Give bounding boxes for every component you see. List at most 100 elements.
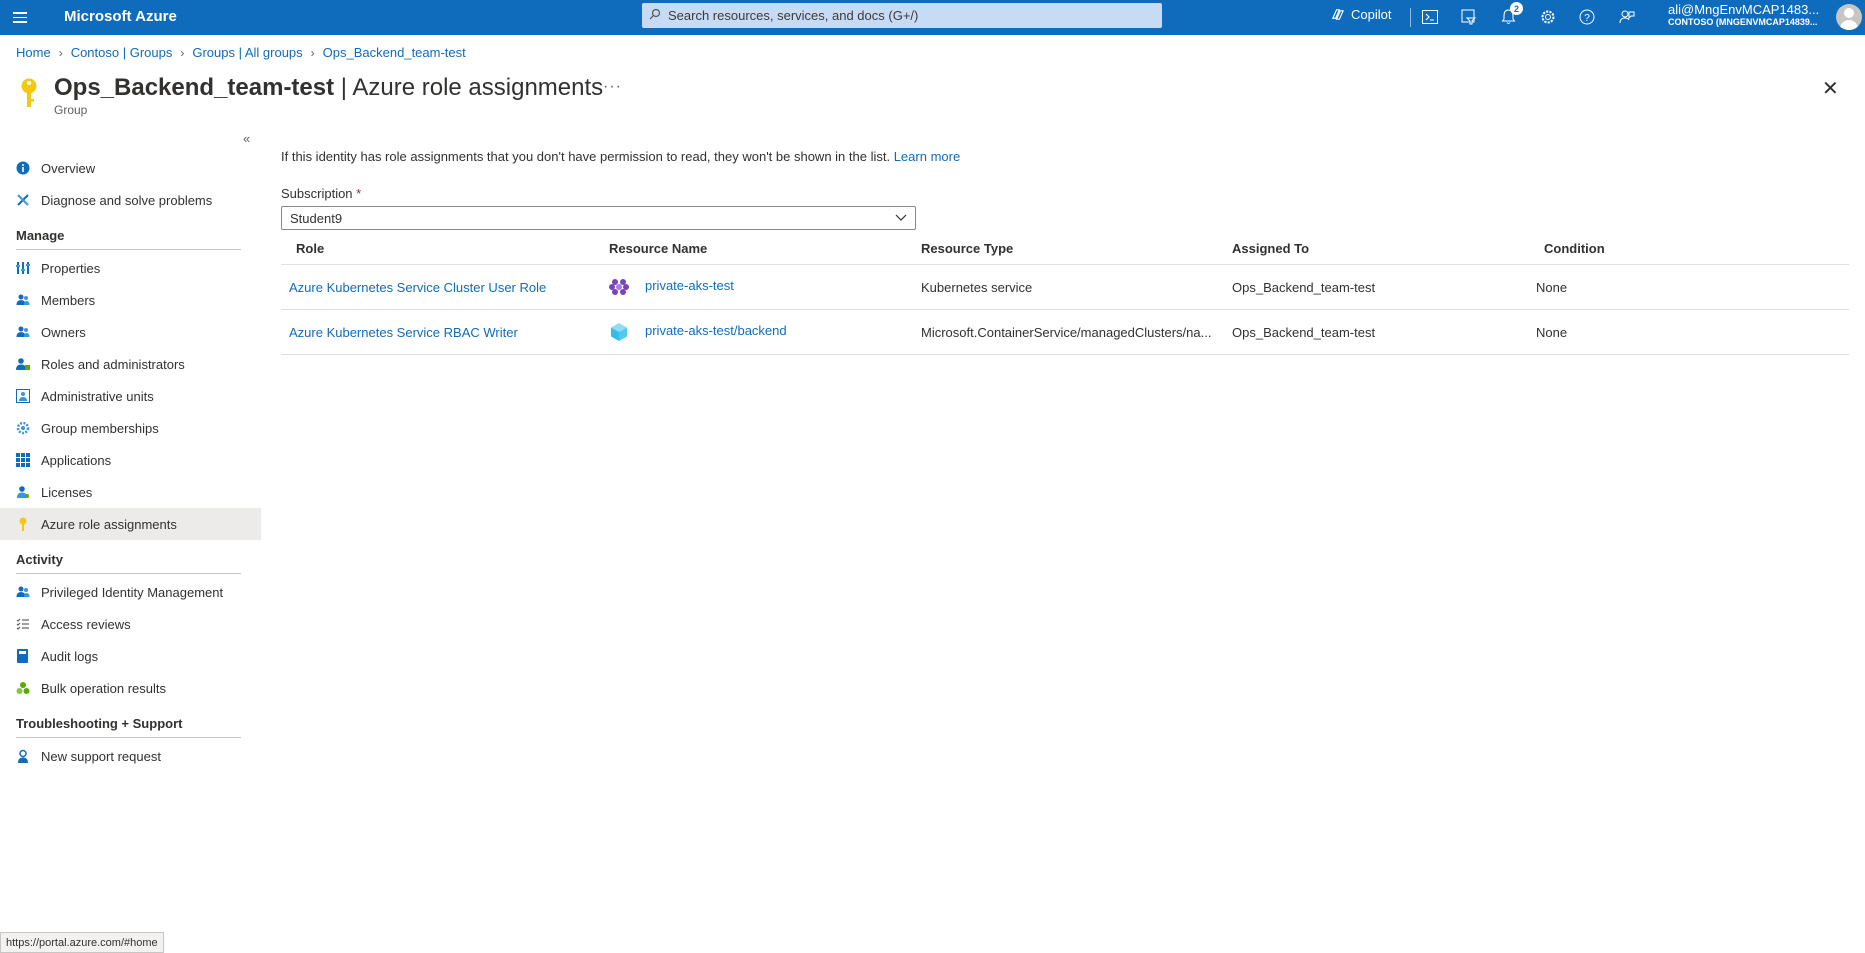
sidebar-item-diagnose[interactable]: Diagnose and solve problems <box>0 184 261 216</box>
top-bar: Microsoft Azure Search resources, servic… <box>0 0 1865 35</box>
column-header-assigned-to[interactable]: Assigned To <box>1232 241 1309 256</box>
role-assignments-table: Role Resource Name Resource Type Assigne… <box>281 234 1849 355</box>
table-header: Role Resource Name Resource Type Assigne… <box>281 234 1849 265</box>
pim-icon <box>16 585 30 599</box>
sidebar-item-pim[interactable]: Privileged Identity Management <box>0 576 261 608</box>
chevron-right-icon: › <box>58 45 63 60</box>
status-bar-url: https://portal.azure.com/#home <box>0 932 164 953</box>
gear-icon <box>16 421 30 435</box>
learn-more-link[interactable]: Learn more <box>894 149 960 164</box>
sidebar-item-new-support-request[interactable]: New support request <box>0 740 261 772</box>
licenses-icon <box>16 485 30 499</box>
admin-units-icon <box>16 389 30 403</box>
role-link[interactable]: Azure Kubernetes Service RBAC Writer <box>289 325 518 340</box>
resource-type: Microsoft.ContainerService/managedCluste… <box>921 325 1212 340</box>
resource-type: Kubernetes service <box>921 280 1033 295</box>
help-icon[interactable]: ? <box>1575 6 1599 28</box>
divider <box>16 249 241 250</box>
svg-text:?: ? <box>1584 13 1590 24</box>
condition: None <box>1536 325 1568 340</box>
properties-icon <box>16 261 30 275</box>
role-link[interactable]: Azure Kubernetes Service Cluster User Ro… <box>289 280 546 295</box>
sidebar-item-bulk-operations[interactable]: Bulk operation results <box>0 672 261 704</box>
search-box[interactable]: Search resources, services, and docs (G+… <box>642 3 1162 28</box>
sidebar-item-owners[interactable]: Owners <box>0 316 261 348</box>
sidebar-item-overview[interactable]: Overview <box>0 152 261 184</box>
table-row: Azure Kubernetes Service RBAC Writer pri… <box>281 310 1849 355</box>
brand-title[interactable]: Microsoft Azure <box>64 8 177 25</box>
support-person-icon <box>16 749 30 763</box>
divider <box>16 737 241 738</box>
column-header-condition[interactable]: Condition <box>1544 241 1605 256</box>
sidebar-item-group-memberships[interactable]: Group memberships <box>0 412 261 444</box>
breadcrumb: Home › Contoso | Groups › Groups | All g… <box>16 45 466 60</box>
roles-icon <box>16 357 30 371</box>
subscription-dropdown[interactable]: Student9 <box>281 206 916 230</box>
sidebar-item-licenses[interactable]: Licenses <box>0 476 261 508</box>
key-icon <box>21 78 37 107</box>
directory-filter-icon[interactable] <box>1457 6 1481 28</box>
breadcrumb-contoso-groups[interactable]: Contoso | Groups <box>71 45 173 60</box>
account-tenant: CONTOSO (MNGENVMCAP14839... <box>1668 17 1818 27</box>
avatar[interactable] <box>1836 4 1862 30</box>
condition: None <box>1536 280 1568 295</box>
copilot-button[interactable]: Copilot <box>1330 7 1391 22</box>
breadcrumb-home[interactable]: Home <box>16 45 51 60</box>
search-icon <box>642 8 668 23</box>
assigned-to: Ops_Backend_team-test <box>1232 280 1376 295</box>
page-subtitle: Group <box>54 103 88 117</box>
sidebar-item-roles[interactable]: Roles and administrators <box>0 348 261 380</box>
close-icon[interactable]: ✕ <box>1822 76 1839 101</box>
breadcrumb-all-groups[interactable]: Groups | All groups <box>192 45 302 60</box>
sidebar-item-applications[interactable]: Applications <box>0 444 261 476</box>
members-icon <box>16 293 30 307</box>
sidebar-item-azure-role-assignments[interactable]: Azure role assignments <box>0 508 261 540</box>
book-icon <box>16 649 30 663</box>
sidebar-item-members[interactable]: Members <box>0 284 261 316</box>
kubernetes-icon <box>609 279 629 295</box>
collapse-sidebar-button[interactable]: « <box>243 131 250 146</box>
assigned-to: Ops_Backend_team-test <box>1232 325 1376 340</box>
chevron-down-icon <box>895 214 907 221</box>
sidebar-item-admin-units[interactable]: Administrative units <box>0 380 261 412</box>
subscription-label: Subscription * <box>281 186 362 201</box>
account-info[interactable]: ali@MngEnvMCAP1483... CONTOSO (MNGENVMCA… <box>1668 3 1819 29</box>
column-header-resource-name[interactable]: Resource Name <box>609 241 707 256</box>
breadcrumb-group[interactable]: Ops_Backend_team-test <box>323 45 466 60</box>
sidebar-item-access-reviews[interactable]: Access reviews <box>0 608 261 640</box>
subscription-value: Student9 <box>290 210 343 226</box>
more-options-button[interactable]: ··· <box>603 78 622 96</box>
toolbar-divider <box>1410 8 1411 27</box>
chevron-right-icon: › <box>180 45 185 60</box>
section-manage: Manage <box>16 228 65 243</box>
apps-grid-icon <box>16 453 30 467</box>
cloud-shell-icon[interactable] <box>1418 6 1442 28</box>
column-header-resource-type[interactable]: Resource Type <box>921 241 1013 256</box>
chevron-right-icon: › <box>310 45 315 60</box>
menu-icon[interactable] <box>0 0 40 35</box>
wrench-icon <box>16 193 30 207</box>
page-title: Ops_Backend_team-test | Azure role assig… <box>54 74 604 101</box>
settings-gear-icon[interactable] <box>1536 6 1560 28</box>
sidebar-item-properties[interactable]: Properties <box>0 252 261 284</box>
section-support: Troubleshooting + Support <box>16 716 183 731</box>
column-header-role[interactable]: Role <box>296 241 324 256</box>
notifications-icon[interactable]: 2 <box>1496 2 1523 28</box>
key-icon <box>16 517 30 531</box>
required-marker: * <box>356 186 362 201</box>
info-icon <box>16 161 30 175</box>
divider <box>16 573 241 574</box>
bulk-icon <box>16 681 30 695</box>
notification-count-badge: 2 <box>1510 2 1523 15</box>
owners-icon <box>16 325 30 339</box>
copilot-icon <box>1331 9 1344 20</box>
cube-icon <box>611 323 627 341</box>
resource-name-link[interactable]: private-aks-test <box>645 278 734 293</box>
feedback-icon[interactable] <box>1615 6 1639 28</box>
sidebar-item-audit-logs[interactable]: Audit logs <box>0 640 261 672</box>
resource-name-link[interactable]: private-aks-test/backend <box>645 323 787 338</box>
checklist-icon <box>16 617 30 631</box>
search-placeholder: Search resources, services, and docs (G+… <box>668 8 919 23</box>
info-message: If this identity has role assignments th… <box>281 149 961 164</box>
table-row: Azure Kubernetes Service Cluster User Ro… <box>281 265 1849 310</box>
